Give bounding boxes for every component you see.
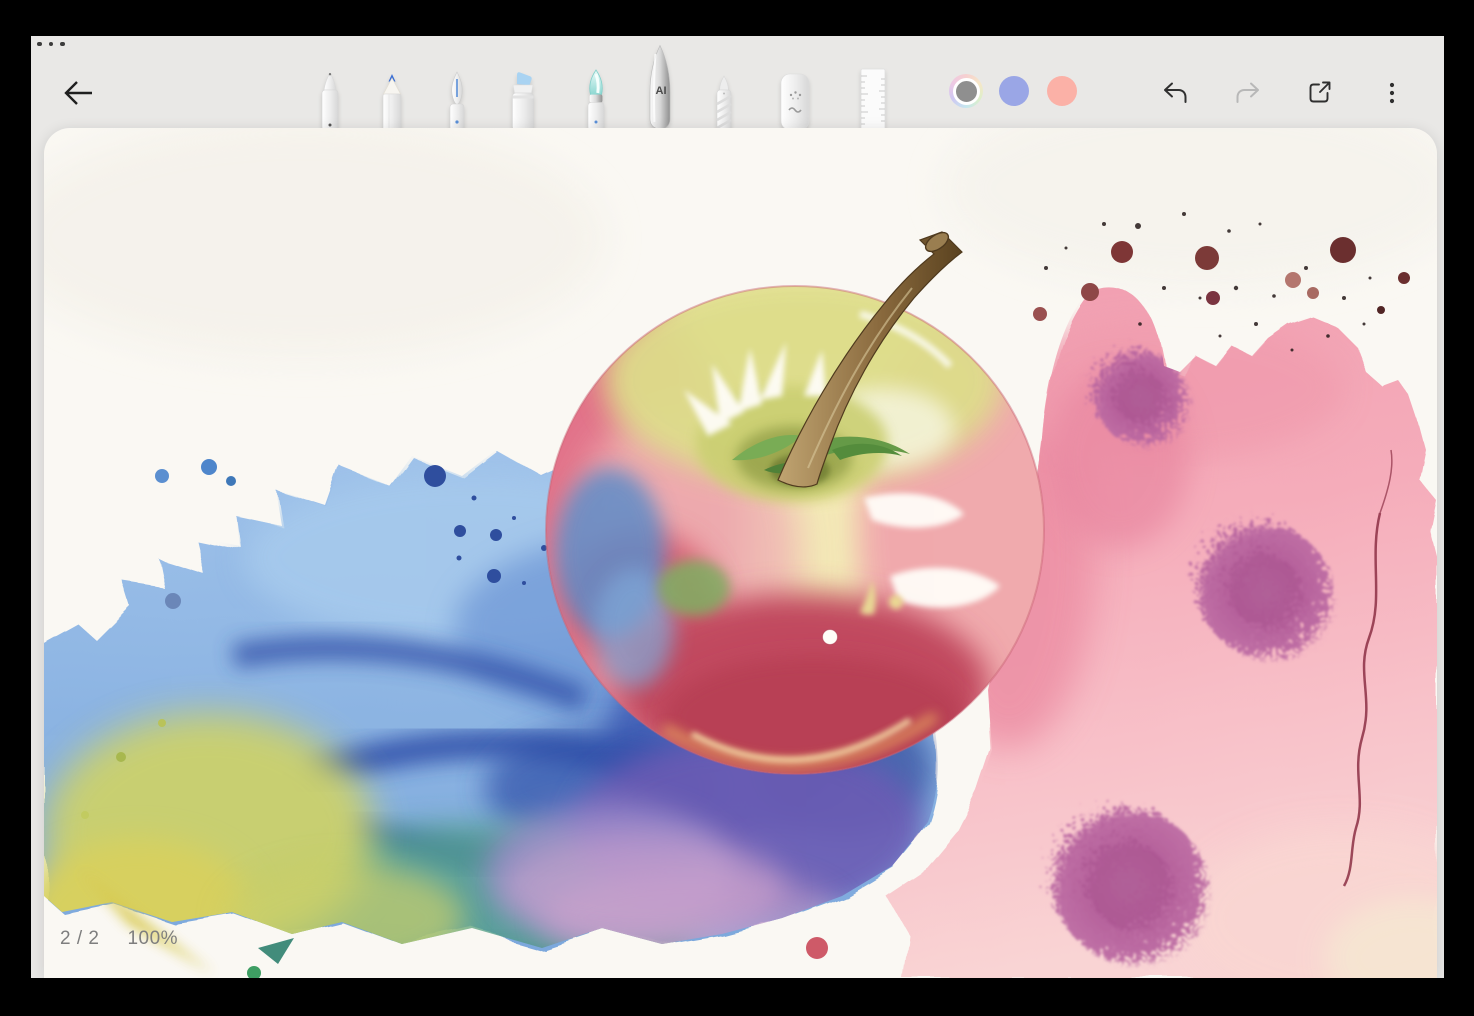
handle-dot (49, 42, 54, 47)
handle-dot (60, 42, 65, 47)
textured-pen-icon (700, 74, 748, 130)
handle-dot (37, 42, 42, 47)
open-in-new-button[interactable] (1297, 70, 1341, 114)
highlighter-icon (499, 68, 547, 130)
ai-pen-label: AI (656, 85, 667, 97)
tool-textured-pen-button[interactable] (700, 74, 748, 135)
tool-ruler-button[interactable] (849, 68, 897, 135)
screen: { "app": { "name": "drawing-note-editor"… (0, 0, 1474, 1016)
eraser-icon (771, 72, 819, 130)
watercolor-brush-icon (572, 68, 620, 130)
app-window: AI (31, 36, 1444, 978)
ballpoint-pen-icon (306, 72, 354, 130)
pink-spatter-dot (806, 937, 828, 959)
undo-icon (1160, 79, 1190, 107)
watercolor-apple-artwork (44, 128, 1437, 978)
tool-ai-pen-button[interactable]: AI (636, 44, 684, 135)
tool-pencil-button[interactable] (368, 72, 416, 135)
fountain-pen-icon (433, 70, 481, 130)
toolbar: AI (31, 36, 1444, 128)
ai-pen-icon: AI (636, 44, 684, 130)
more-options-button[interactable] (1370, 71, 1414, 115)
zoom-level: 100% (127, 928, 178, 950)
color-swatch-periwinkle[interactable] (999, 76, 1029, 106)
canvas-status: 2 / 2 100% (60, 928, 178, 950)
color-picker-button[interactable] (949, 74, 983, 108)
magenta-bleed-blob (1046, 802, 1198, 954)
redo-button[interactable] (1226, 71, 1270, 115)
tool-ballpoint-pen-button[interactable] (306, 72, 354, 135)
back-button[interactable] (59, 73, 99, 113)
drawing-canvas[interactable]: 2 / 2 100% (44, 128, 1437, 978)
magenta-bleed-blob (1087, 344, 1179, 436)
color-picker-current-color (953, 78, 980, 105)
tool-watercolor-brush-button[interactable] (572, 68, 620, 135)
more-vertical-icon (1378, 78, 1406, 108)
redo-icon (1233, 79, 1263, 107)
toolbar-handle[interactable] (31, 36, 71, 52)
tool-fountain-pen-button[interactable] (433, 70, 481, 135)
magenta-bleed-blob (1191, 517, 1323, 649)
tool-eraser-button[interactable] (771, 72, 819, 135)
ruler-icon (849, 68, 897, 130)
page-indicator: 2 / 2 (60, 928, 99, 950)
open-in-new-icon (1304, 77, 1334, 107)
color-swatch-salmon[interactable] (1047, 76, 1077, 106)
tool-highlighter-button[interactable] (499, 68, 547, 135)
pencil-icon (368, 72, 416, 130)
back-arrow-icon (62, 78, 96, 108)
undo-button[interactable] (1153, 71, 1197, 115)
